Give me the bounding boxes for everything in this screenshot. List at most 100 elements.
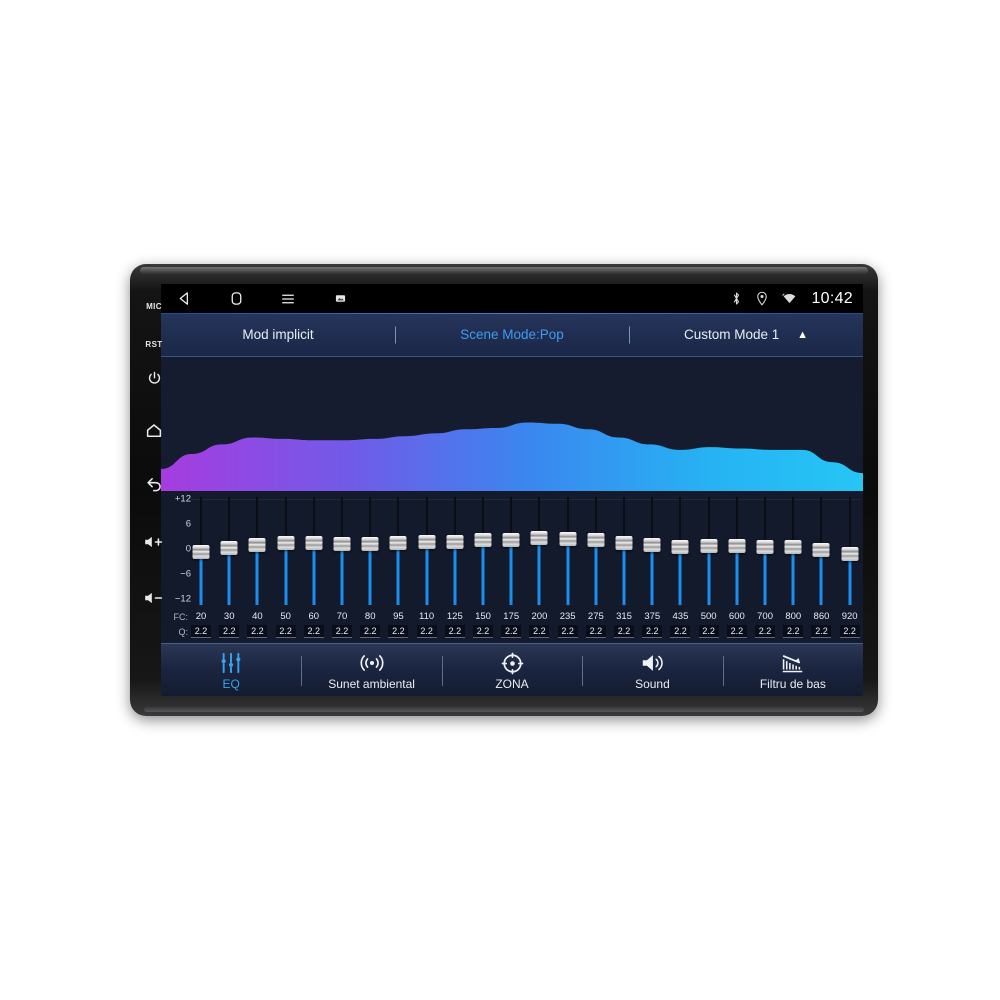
slider-thumb[interactable] bbox=[700, 538, 718, 553]
slider-thumb[interactable] bbox=[615, 535, 633, 550]
home-button[interactable] bbox=[134, 422, 174, 440]
slider-thumb[interactable] bbox=[812, 543, 830, 558]
q-factor-value[interactable]: 2.2 bbox=[501, 625, 522, 638]
q-factor-value[interactable]: 2.2 bbox=[614, 625, 635, 638]
slider-thumb[interactable] bbox=[333, 536, 351, 551]
eq-band-slider[interactable] bbox=[332, 491, 352, 609]
q-factor-value[interactable]: 2.2 bbox=[275, 625, 296, 638]
q-factor-value[interactable]: 2.2 bbox=[444, 625, 465, 638]
slider-thumb[interactable] bbox=[305, 536, 323, 551]
eq-band-slider[interactable] bbox=[811, 491, 831, 609]
eq-band-slider[interactable] bbox=[670, 491, 690, 609]
q-factor-value[interactable]: 2.2 bbox=[811, 625, 832, 638]
system-navigation-bar bbox=[173, 288, 351, 310]
eq-band-slider[interactable] bbox=[558, 491, 578, 609]
tab-zone-label: ZONA bbox=[495, 677, 529, 691]
slider-thumb[interactable] bbox=[841, 546, 859, 561]
mode-default[interactable]: Mod implicit bbox=[161, 327, 395, 342]
slider-thumb[interactable] bbox=[643, 537, 661, 552]
eq-band-slider[interactable] bbox=[360, 491, 380, 609]
q-factor-value[interactable]: 2.2 bbox=[585, 625, 606, 638]
q-factor-value[interactable]: 2.2 bbox=[529, 625, 550, 638]
q-factor-value[interactable]: 2.2 bbox=[191, 625, 211, 638]
eq-band-slider[interactable] bbox=[191, 491, 211, 609]
eq-band-slider[interactable] bbox=[614, 491, 634, 609]
q-factor-value[interactable]: 2.2 bbox=[247, 625, 268, 638]
volume-up-button[interactable] bbox=[134, 534, 174, 550]
eq-band-slider[interactable] bbox=[473, 491, 493, 609]
slider-thumb[interactable] bbox=[671, 539, 689, 554]
eq-band-slider[interactable] bbox=[219, 491, 239, 609]
q-factor-value[interactable]: 2.2 bbox=[473, 625, 494, 638]
tab-surround[interactable]: Sunet ambiental bbox=[301, 651, 441, 691]
tab-lowpass-filter[interactable]: Filtru de bas bbox=[723, 651, 863, 691]
slider-thumb[interactable] bbox=[446, 534, 464, 549]
volume-down-button[interactable] bbox=[134, 590, 174, 606]
eq-band-slider[interactable] bbox=[699, 491, 719, 609]
q-factor-value[interactable]: 2.2 bbox=[783, 625, 804, 638]
q-factor-value[interactable]: 2.2 bbox=[219, 625, 240, 638]
mode-custom[interactable]: Custom Mode 1 ▲ bbox=[629, 327, 863, 342]
slider-thumb[interactable] bbox=[277, 535, 295, 550]
home-icon[interactable] bbox=[225, 288, 247, 310]
power-button[interactable] bbox=[134, 370, 174, 387]
eq-band-slider[interactable] bbox=[783, 491, 803, 609]
slider-thumb[interactable] bbox=[361, 536, 379, 551]
eq-band-slider[interactable] bbox=[755, 491, 775, 609]
eq-band-slider[interactable] bbox=[304, 491, 324, 609]
eq-band-slider[interactable] bbox=[276, 491, 296, 609]
reset-button[interactable]: RST bbox=[134, 340, 174, 349]
mode-scene-label: Scene Mode:Pop bbox=[460, 327, 564, 342]
q-factor-value[interactable]: 2.2 bbox=[698, 625, 719, 638]
slider-track-lower bbox=[763, 553, 767, 605]
tab-zone[interactable]: ZONA bbox=[442, 651, 582, 691]
frequency-value: 500 bbox=[700, 611, 717, 622]
q-factor-value[interactable]: 2.2 bbox=[557, 625, 578, 638]
q-factor-value[interactable]: 2.2 bbox=[726, 625, 747, 638]
tab-eq[interactable]: EQ bbox=[161, 651, 301, 691]
slider-thumb[interactable] bbox=[220, 540, 238, 555]
mode-scene[interactable]: Scene Mode:Pop bbox=[395, 327, 629, 342]
eq-band-slider[interactable] bbox=[417, 491, 437, 609]
eq-band-slider[interactable] bbox=[247, 491, 267, 609]
frequency-value: 20 bbox=[195, 611, 207, 622]
caret-up-icon[interactable]: ▲ bbox=[797, 329, 808, 341]
eq-band-slider[interactable] bbox=[529, 491, 549, 609]
q-factor-value[interactable]: 2.2 bbox=[360, 625, 381, 638]
eq-band-slider[interactable] bbox=[445, 491, 465, 609]
screenshot-icon[interactable] bbox=[329, 288, 351, 310]
q-factor-value[interactable]: 2.2 bbox=[388, 625, 409, 638]
q-factor-value[interactable]: 2.2 bbox=[839, 625, 860, 638]
q-factor-value[interactable]: 2.2 bbox=[332, 625, 353, 638]
tab-lowpass-label: Filtru de bas bbox=[759, 677, 826, 691]
slider-thumb[interactable] bbox=[530, 531, 548, 546]
slider-thumb[interactable] bbox=[784, 539, 802, 554]
slider-thumb[interactable] bbox=[474, 533, 492, 548]
mic-button[interactable]: MIC bbox=[134, 302, 174, 311]
q-factor-value[interactable]: 2.2 bbox=[642, 625, 663, 638]
slider-thumb[interactable] bbox=[418, 535, 436, 550]
slider-thumb[interactable] bbox=[389, 536, 407, 551]
slider-thumb[interactable] bbox=[756, 539, 774, 554]
eq-band-slider[interactable] bbox=[727, 491, 747, 609]
q-factor-value[interactable]: 2.2 bbox=[303, 625, 324, 638]
eq-band-slider[interactable] bbox=[501, 491, 521, 609]
slider-thumb[interactable] bbox=[559, 531, 577, 546]
back-button[interactable] bbox=[134, 474, 174, 493]
frequency-value: 860 bbox=[813, 611, 830, 622]
back-icon[interactable] bbox=[173, 288, 195, 310]
slider-thumb[interactable] bbox=[192, 545, 210, 560]
menu-icon[interactable] bbox=[277, 288, 299, 310]
slider-thumb[interactable] bbox=[502, 532, 520, 547]
slider-thumb[interactable] bbox=[587, 533, 605, 548]
q-factor-value[interactable]: 2.2 bbox=[416, 625, 437, 638]
q-factor-value[interactable]: 2.2 bbox=[670, 625, 691, 638]
q-factor-value[interactable]: 2.2 bbox=[755, 625, 776, 638]
tab-sound[interactable]: Sound bbox=[582, 651, 722, 691]
slider-thumb[interactable] bbox=[248, 537, 266, 552]
eq-band-slider[interactable] bbox=[642, 491, 662, 609]
eq-band-slider[interactable] bbox=[388, 491, 408, 609]
slider-thumb[interactable] bbox=[728, 539, 746, 554]
eq-band-slider[interactable] bbox=[586, 491, 606, 609]
eq-band-slider[interactable] bbox=[840, 491, 860, 609]
